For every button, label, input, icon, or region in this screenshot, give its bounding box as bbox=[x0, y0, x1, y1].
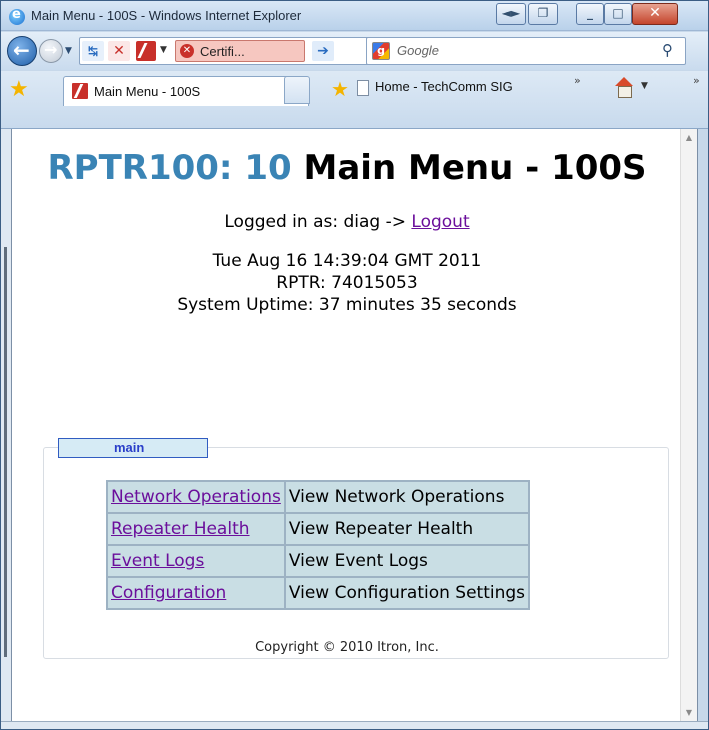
navigation-bar: ▼ ↹ ✕ ▼ ✕ Certifi... ➔ g Google ⚲ bbox=[1, 32, 708, 70]
minimize-button[interactable]: _ bbox=[576, 3, 604, 25]
menu-link-cell: Repeater Health bbox=[108, 514, 284, 544]
close-icon: ✕ bbox=[649, 5, 661, 21]
logout-link[interactable]: Logout bbox=[411, 212, 469, 232]
address-dropdown-icon[interactable]: ▼ bbox=[160, 45, 167, 55]
back-button[interactable] bbox=[7, 36, 37, 66]
arrows-icon: ◄► bbox=[501, 6, 521, 20]
menu-description: View Configuration Settings bbox=[285, 578, 529, 608]
go-button[interactable]: ➔ bbox=[312, 41, 334, 61]
forward-button[interactable] bbox=[39, 39, 63, 63]
certificate-label: Certifi... bbox=[200, 44, 245, 59]
close-button[interactable]: ✕ bbox=[632, 3, 678, 25]
search-icon[interactable]: ⚲ bbox=[662, 41, 673, 59]
maximize-icon: □ bbox=[612, 6, 624, 20]
left-frame bbox=[1, 129, 11, 721]
table-row: Configuration View Configuration Setting… bbox=[108, 578, 529, 608]
page-title-rest: Main Menu - 100S bbox=[291, 148, 647, 188]
login-status: Logged in as: diag -> Logout bbox=[12, 212, 682, 232]
table-row: Repeater Health View Repeater Health bbox=[108, 514, 529, 544]
certificate-error-icon: ✕ bbox=[180, 44, 194, 58]
menu-link-cell: Network Operations bbox=[108, 482, 284, 512]
scroll-up-icon[interactable]: ▲ bbox=[684, 133, 694, 142]
home-icon[interactable] bbox=[613, 77, 635, 98]
window-title: Main Menu - 100S - Windows Internet Expl… bbox=[31, 8, 302, 23]
event-logs-link[interactable]: Event Logs bbox=[111, 551, 204, 571]
menu-description: View Event Logs bbox=[285, 546, 529, 576]
tab-favicon-icon bbox=[72, 83, 88, 99]
menu-link-cell: Configuration bbox=[108, 578, 284, 608]
title-bar: Main Menu - 100S - Windows Internet Expl… bbox=[1, 1, 708, 31]
rptr-serial-text: RPTR: 74015053 bbox=[276, 273, 418, 293]
toolbar-overflow-icon[interactable]: » bbox=[693, 74, 700, 87]
certificate-error-button[interactable]: ✕ Certifi... bbox=[175, 40, 305, 62]
search-input[interactable]: g Google ⚲ bbox=[366, 37, 686, 65]
copyright-text: Copyright © 2010 Itron, Inc. bbox=[255, 640, 439, 655]
tab-label: Main Menu - 100S bbox=[94, 84, 201, 99]
panel-tab-main[interactable]: main bbox=[58, 438, 208, 458]
favorites-tab-bar: ★ Main Menu - 100S ★ Home - TechComm SIG… bbox=[1, 71, 708, 129]
page-icon bbox=[357, 80, 369, 96]
scroll-down-icon[interactable]: ▼ bbox=[684, 708, 694, 717]
new-tab-button[interactable] bbox=[284, 76, 310, 104]
stop-icon[interactable]: ✕ bbox=[108, 41, 130, 61]
network-operations-link[interactable]: Network Operations bbox=[111, 487, 281, 507]
maximize-button[interactable]: □ bbox=[604, 3, 632, 25]
table-row: Network Operations View Network Operatio… bbox=[108, 482, 529, 512]
history-dropdown-icon[interactable]: ▼ bbox=[65, 46, 72, 56]
configuration-link[interactable]: Configuration bbox=[111, 583, 226, 603]
page-content: RPTR100: 10 Main Menu - 100S Logged in a… bbox=[12, 129, 682, 316]
search-placeholder: Google bbox=[397, 43, 439, 58]
table-row: Event Logs View Event Logs bbox=[108, 546, 529, 576]
minimize-icon: _ bbox=[587, 6, 593, 20]
browser-window: Main Menu - 100S - Windows Internet Expl… bbox=[0, 0, 709, 730]
page-title: RPTR100: 10 Main Menu - 100S bbox=[12, 147, 682, 190]
favorites-star-icon[interactable]: ★ bbox=[9, 77, 29, 102]
rptr-id: RPTR100: 10 bbox=[47, 148, 292, 188]
main-menu-table: Network Operations View Network Operatio… bbox=[106, 480, 531, 610]
aero-peek-button[interactable]: ◄► bbox=[496, 3, 526, 25]
home-dropdown-icon[interactable]: ▼ bbox=[641, 81, 648, 91]
add-favorite-icon[interactable]: ★ bbox=[331, 77, 349, 101]
tab-main-menu[interactable]: Main Menu - 100S bbox=[63, 76, 309, 106]
vertical-scrollbar[interactable]: ▲ ▼ bbox=[680, 129, 697, 721]
compatibility-icon[interactable]: ↹ bbox=[82, 41, 104, 61]
favorites-overflow-icon[interactable]: » bbox=[574, 74, 581, 87]
datetime-text: Tue Aug 16 14:39:04 GMT 2011 bbox=[212, 251, 482, 271]
google-icon: g bbox=[372, 42, 390, 60]
status-bar bbox=[1, 721, 708, 729]
restore-tab-button[interactable]: ❐ bbox=[528, 3, 558, 25]
window-icon: ❐ bbox=[537, 6, 549, 20]
menu-description: View Network Operations bbox=[285, 482, 529, 512]
repeater-health-link[interactable]: Repeater Health bbox=[111, 519, 250, 539]
menu-link-cell: Event Logs bbox=[108, 546, 284, 576]
system-info: Tue Aug 16 14:39:04 GMT 2011 RPTR: 74015… bbox=[12, 250, 682, 316]
logged-in-text: Logged in as: diag -> bbox=[224, 212, 412, 232]
page-viewport: RPTR100: 10 Main Menu - 100S Logged in a… bbox=[11, 129, 698, 721]
frame-edge bbox=[4, 247, 7, 657]
favorite-link-techcomm[interactable]: Home - TechComm SIG bbox=[375, 79, 513, 94]
menu-description: View Repeater Health bbox=[285, 514, 529, 544]
ie-logo-icon bbox=[9, 7, 25, 25]
uptime-text: System Uptime: 37 minutes 35 seconds bbox=[177, 295, 517, 315]
site-favicon-icon bbox=[136, 41, 156, 61]
